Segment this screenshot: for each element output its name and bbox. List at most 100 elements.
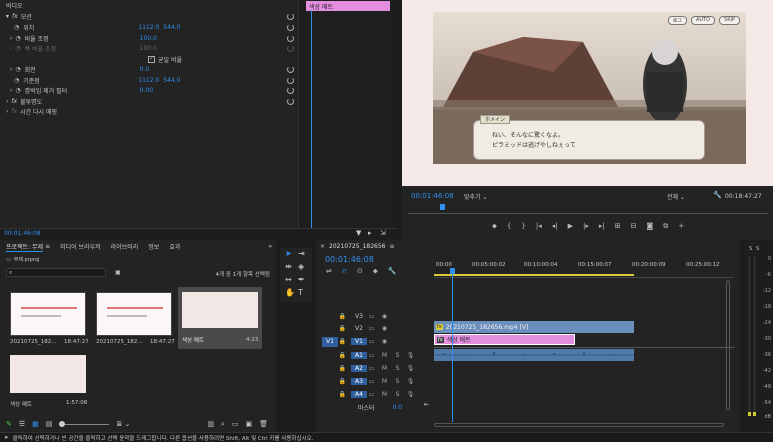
lock-icon[interactable]: 🔒: [338, 364, 347, 373]
timeline-playhead[interactable]: [452, 268, 453, 422]
tab-libraries[interactable]: 라이브러리: [111, 242, 139, 251]
project-search-input[interactable]: ⌕: [6, 268, 106, 277]
lock-icon[interactable]: 🔒: [338, 312, 347, 321]
lock-icon[interactable]: 🔒: [338, 324, 347, 333]
razor-icon[interactable]: ◈: [298, 262, 304, 271]
pm-scrubber[interactable]: [408, 205, 768, 214]
anchor-x[interactable]: 1112.0: [138, 77, 163, 84]
pencil-icon[interactable]: ✎: [6, 420, 12, 428]
work-area-bar[interactable]: [434, 274, 634, 276]
timeline-hscroll[interactable]: [434, 423, 724, 427]
project-item[interactable]: [10, 355, 86, 393]
new-bin-icon[interactable]: ▣: [115, 269, 121, 276]
filter-icon[interactable]: ▼: [356, 229, 361, 237]
reset-icon[interactable]: [287, 86, 294, 94]
marker-icon[interactable]: ⬥: [373, 267, 378, 276]
expand-icon[interactable]: ›: [10, 45, 12, 52]
reset-icon[interactable]: [287, 23, 294, 31]
project-item[interactable]: [182, 292, 258, 328]
icon-view-icon[interactable]: ▦: [32, 420, 39, 428]
compare-icon[interactable]: ⧉: [663, 222, 668, 231]
master-value[interactable]: 0.0: [393, 404, 403, 411]
reset-icon[interactable]: [287, 76, 294, 84]
lock-icon[interactable]: 🔒: [338, 390, 347, 399]
menu-icon[interactable]: ≡: [45, 243, 50, 250]
rotation-value[interactable]: 0.0: [140, 66, 150, 73]
eye-icon[interactable]: ◉: [380, 312, 389, 321]
close-icon[interactable]: ×: [320, 243, 325, 250]
new-item-icon[interactable]: ▣: [245, 420, 252, 428]
nest-icon[interactable]: ⇌: [326, 267, 332, 276]
freeform-view-icon[interactable]: ▤: [46, 420, 53, 428]
game-skip-button[interactable]: SKIP: [719, 16, 740, 25]
motion-row[interactable]: ▾ fx 모션: [6, 11, 298, 21]
reset-icon[interactable]: [287, 97, 294, 105]
mic-icon[interactable]: 🎙: [406, 364, 415, 373]
anchor-y[interactable]: 544.0: [163, 77, 180, 84]
list-view-icon[interactable]: ☰: [19, 420, 25, 428]
settings-icon[interactable]: 🔧: [388, 267, 397, 276]
go-to-out-icon[interactable]: ▸|: [599, 222, 605, 231]
zoom-slider[interactable]: [59, 420, 110, 427]
lock-icon[interactable]: 🔒: [338, 337, 347, 346]
reset-icon[interactable]: [287, 12, 294, 20]
mute-button[interactable]: M: [380, 364, 389, 373]
game-auto-button[interactable]: AUTO: [690, 16, 716, 25]
checkbox-icon[interactable]: ✓: [148, 55, 155, 63]
project-item[interactable]: [10, 292, 86, 336]
track-select-icon[interactable]: ⇥: [298, 249, 305, 258]
video-frame[interactable]: 로그 AUTO SKIP ホメイン ねい、そんなに驚くなよ。 ピラミッドは逃げや…: [433, 12, 746, 164]
track-a4-label[interactable]: A4: [351, 391, 367, 398]
time-remap-row[interactable]: › fx 시간 다시 매핑: [6, 106, 57, 116]
automate-icon[interactable]: ▥: [207, 420, 214, 428]
sync-icon[interactable]: ▭: [367, 390, 376, 399]
opacity-row[interactable]: › fx 불투명도: [6, 96, 298, 106]
reset-icon[interactable]: [287, 34, 294, 42]
fx-icon[interactable]: fx: [12, 13, 18, 20]
selection-tool-icon[interactable]: ➤: [285, 249, 292, 258]
export-icon[interactable]: ⇲: [380, 229, 386, 237]
snap-icon[interactable]: ∩: [342, 267, 347, 276]
track-a2-label[interactable]: A2: [351, 365, 367, 372]
sync-icon[interactable]: ▭: [367, 351, 376, 360]
source-v1[interactable]: V1: [322, 337, 338, 347]
tab-info[interactable]: 정보: [148, 242, 159, 251]
hand-icon[interactable]: ✋: [285, 288, 295, 297]
delete-icon[interactable]: 🗑: [259, 420, 268, 428]
effect-mini-timeline[interactable]: [298, 0, 397, 228]
mark-in-bracket-icon[interactable]: {: [507, 222, 511, 231]
expand-icon[interactable]: ›: [6, 108, 8, 115]
track-v2-label[interactable]: V2: [351, 325, 367, 332]
tab-media-browser[interactable]: 미디어 브라우저: [60, 242, 101, 251]
overwrite-icon[interactable]: ⊟: [631, 222, 637, 231]
timeline-tab[interactable]: × 20210725_182656 ≡: [320, 243, 395, 250]
ec-timecode[interactable]: 00:01:46:08: [4, 230, 41, 237]
game-log-button[interactable]: 로그: [667, 16, 687, 25]
solo-button[interactable]: S: [393, 364, 402, 373]
mic-icon[interactable]: 🎙: [406, 351, 415, 360]
find-icon[interactable]: ⌕: [221, 420, 225, 429]
type-icon[interactable]: T: [298, 288, 303, 297]
expand-icon[interactable]: ▾: [6, 13, 9, 20]
stopwatch-icon[interactable]: ◔: [14, 77, 19, 84]
lock-icon[interactable]: 🔒: [338, 377, 347, 386]
menu-icon[interactable]: ≡: [389, 243, 394, 250]
step-back-icon[interactable]: ◂|: [552, 222, 558, 231]
mute-button[interactable]: M: [380, 390, 389, 399]
meter-solo-right[interactable]: S: [756, 246, 759, 252]
track-v3-label[interactable]: V3: [351, 313, 367, 320]
solo-button[interactable]: S: [393, 377, 402, 386]
play-icon[interactable]: ▶: [568, 222, 573, 231]
stopwatch-icon[interactable]: ◔: [15, 87, 20, 94]
mute-button[interactable]: M: [380, 377, 389, 386]
mute-button[interactable]: M: [380, 351, 389, 360]
solo-button[interactable]: S: [393, 351, 402, 360]
mark-out-bracket-icon[interactable]: }: [521, 222, 525, 231]
new-bin-icon[interactable]: ▭: [232, 420, 239, 428]
stopwatch-icon[interactable]: ◔: [15, 35, 20, 42]
tab-project[interactable]: 프로젝트: 무제: [6, 242, 44, 252]
eye-icon[interactable]: ◉: [380, 337, 389, 346]
track-a1-label[interactable]: A1: [351, 352, 367, 359]
scale-value[interactable]: 100.0: [140, 35, 157, 42]
pm-playhead[interactable]: [440, 204, 445, 210]
